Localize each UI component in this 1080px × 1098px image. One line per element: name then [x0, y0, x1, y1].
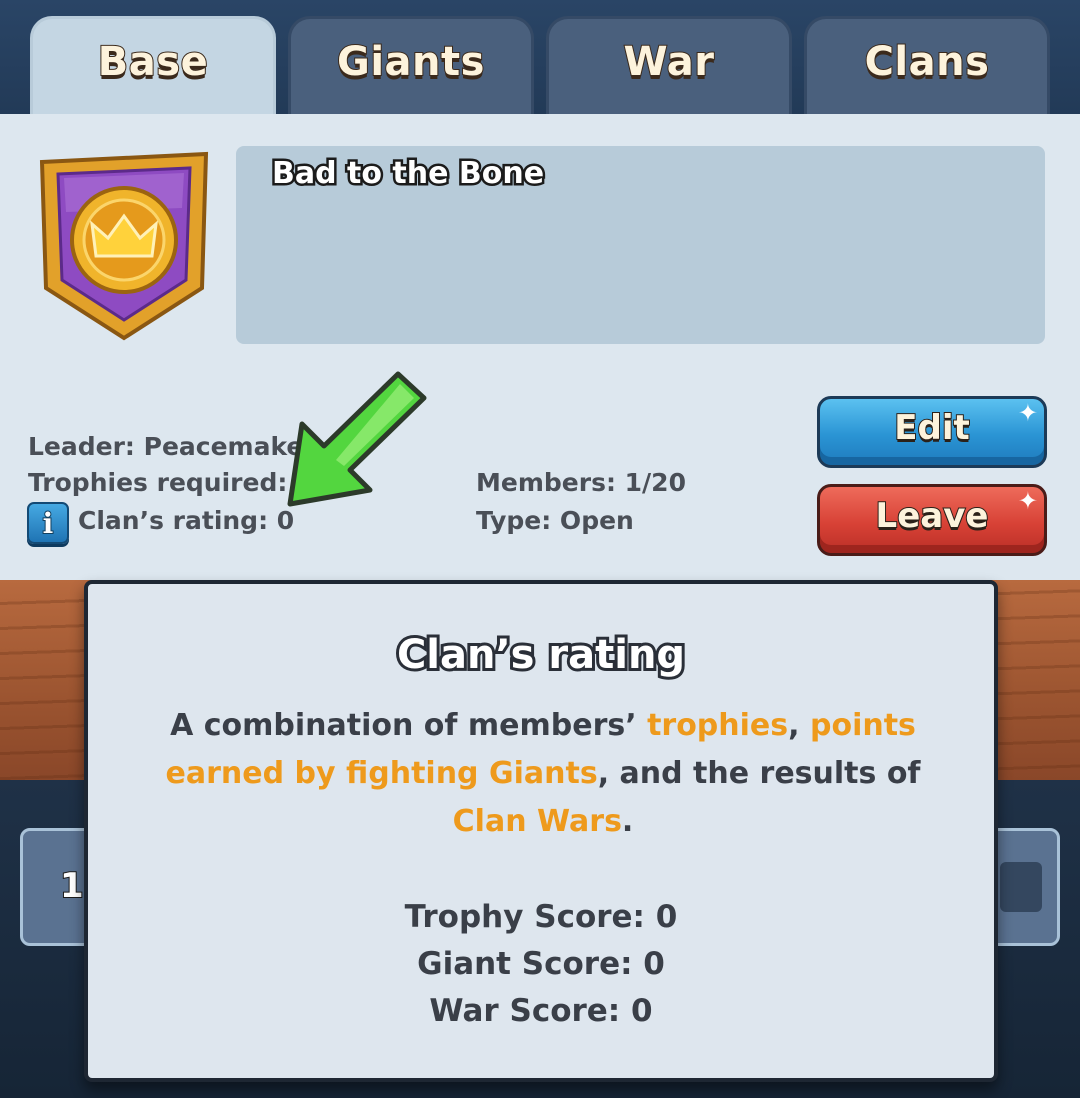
edit-button[interactable]: Edit ✦ — [817, 396, 1047, 468]
clan-type-label: Type: Open — [476, 506, 634, 535]
tab-label: Clans — [864, 38, 990, 86]
clan-rating-popup[interactable]: Clan’s rating A combination of members’ … — [84, 580, 998, 1082]
leave-button[interactable]: Leave ✦ — [817, 484, 1047, 556]
desc-text: . — [621, 804, 634, 839]
trophy-score: Trophy Score: 0 — [404, 899, 678, 935]
crown-shield-icon — [39, 151, 209, 341]
clan-name: Bad to the Bone — [269, 154, 546, 194]
sparkle-icon: ✦ — [1017, 399, 1038, 427]
giant-score: Giant Score: 0 — [417, 946, 665, 982]
info-button[interactable]: i — [27, 502, 69, 544]
tab-label: War — [623, 38, 715, 86]
war-score: War Score: 0 — [429, 993, 653, 1029]
desc-text: , and the results of — [597, 756, 921, 791]
desc-text: , — [788, 708, 810, 743]
desc-highlight-trophies: trophies — [647, 708, 789, 743]
background-rank-number: 1 — [59, 865, 85, 907]
sparkle-icon: ✦ — [1017, 487, 1038, 515]
tab-base[interactable]: Base — [30, 16, 276, 116]
members-label: Members: 1/20 — [476, 468, 686, 497]
tab-label: Giants — [336, 38, 485, 86]
popup-description: A combination of members’ trophies, poin… — [148, 702, 938, 846]
background-slot — [1000, 862, 1042, 912]
pointer-arrow-icon — [287, 371, 427, 507]
tab-giants[interactable]: Giants — [288, 16, 534, 116]
tab-label: Base — [97, 38, 209, 86]
tab-bar: Base Giants War Clans — [0, 0, 1080, 116]
edit-button-label: Edit — [893, 407, 970, 449]
desc-text: A combination of members’ — [170, 708, 648, 743]
leader-label: Leader: Peacemake — [28, 432, 304, 461]
trophies-required-label: Trophies required: — [28, 468, 288, 497]
leave-button-label: Leave — [875, 495, 990, 537]
popup-title: Clan’s rating — [394, 629, 688, 681]
score-list: Trophy Score: 0 Giant Score: 0 War Score… — [88, 894, 994, 1035]
info-icon: i — [42, 506, 55, 541]
clan-rating-label: Clan’s rating: 0 — [78, 506, 295, 535]
desc-highlight-clan-wars: Clan Wars — [452, 804, 622, 839]
tab-war[interactable]: War — [546, 16, 792, 116]
tab-clans[interactable]: Clans — [804, 16, 1050, 116]
